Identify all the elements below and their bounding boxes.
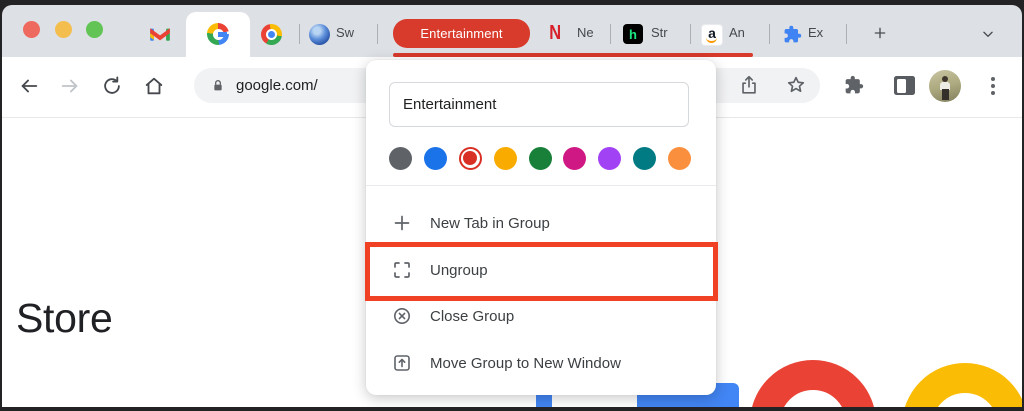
forward-icon bbox=[59, 75, 81, 97]
tab-group-underline bbox=[393, 53, 753, 57]
close-circle-icon bbox=[392, 306, 412, 326]
back-button[interactable] bbox=[18, 75, 40, 97]
tab-search-chevron-button[interactable] bbox=[981, 27, 995, 41]
tab-separator bbox=[690, 24, 691, 44]
tab-separator bbox=[769, 24, 770, 44]
side-panel-button[interactable] bbox=[894, 76, 915, 95]
color-swatch-2[interactable] bbox=[459, 147, 482, 170]
tab-separator bbox=[610, 24, 611, 44]
minimize-window-button[interactable] bbox=[55, 21, 72, 38]
close-window-button[interactable] bbox=[23, 21, 40, 38]
color-swatch-0[interactable] bbox=[389, 147, 412, 170]
color-swatch-6[interactable] bbox=[598, 147, 621, 170]
home-icon bbox=[143, 75, 165, 97]
lock-icon[interactable] bbox=[210, 78, 226, 94]
tab-separator bbox=[299, 24, 300, 44]
color-swatch-4[interactable] bbox=[529, 147, 552, 170]
menu-item-label: New Tab in Group bbox=[430, 215, 550, 232]
forward-button[interactable] bbox=[59, 75, 81, 97]
google-logo-red-o bbox=[750, 360, 876, 407]
group-name-input[interactable] bbox=[389, 82, 689, 127]
tab-separator bbox=[846, 24, 847, 44]
color-swatch-row bbox=[389, 146, 691, 170]
color-swatch-7[interactable] bbox=[633, 147, 656, 170]
amazon-icon[interactable]: a bbox=[701, 24, 723, 46]
pinned-tab-chrome[interactable] bbox=[261, 24, 282, 45]
tab-label-str[interactable]: Str bbox=[651, 25, 668, 41]
page-title: Store bbox=[16, 295, 113, 342]
tab-label-sw[interactable]: Sw bbox=[336, 25, 354, 41]
tab-separator bbox=[377, 24, 378, 44]
menu-item-move-group-to-new-window[interactable]: Move Group to New Window bbox=[366, 340, 716, 386]
profile-avatar[interactable] bbox=[929, 70, 961, 102]
tab-label-ex[interactable]: Ex bbox=[808, 25, 823, 41]
menu-item-label: Close Group bbox=[430, 308, 514, 325]
extensions-button[interactable] bbox=[844, 75, 864, 95]
screenshot-frame: Sw Entertainment N Ne h Str a An Ex bbox=[0, 0, 1024, 411]
plus-icon bbox=[392, 213, 412, 233]
avatar-person-pants bbox=[942, 89, 949, 100]
color-swatch-3[interactable] bbox=[494, 147, 517, 170]
google-logo-yellow-o bbox=[902, 363, 1022, 407]
google-icon bbox=[207, 23, 229, 45]
browser-window: Sw Entertainment N Ne h Str a An Ex bbox=[2, 5, 1022, 407]
tab-group-chip[interactable]: Entertainment bbox=[393, 19, 530, 48]
chevron-down-icon bbox=[981, 27, 995, 41]
home-button[interactable] bbox=[143, 75, 165, 97]
color-swatch-1[interactable] bbox=[424, 147, 447, 170]
zoom-window-button[interactable] bbox=[86, 21, 103, 38]
new-tab-button[interactable] bbox=[872, 25, 888, 41]
color-swatch-5[interactable] bbox=[563, 147, 586, 170]
move-window-icon bbox=[392, 353, 412, 373]
menu-item-label: Move Group to New Window bbox=[430, 355, 621, 372]
back-icon bbox=[18, 75, 40, 97]
tab-label-an[interactable]: An bbox=[729, 25, 745, 41]
menu-item-new-tab-in-group[interactable]: New Tab in Group bbox=[366, 200, 716, 246]
reload-button[interactable] bbox=[101, 75, 123, 97]
plus-icon bbox=[872, 25, 888, 41]
world-clock-icon[interactable] bbox=[309, 24, 330, 45]
kebab-menu-icon bbox=[986, 75, 1000, 97]
tab-group-label: Entertainment bbox=[420, 26, 502, 41]
hulu-icon[interactable]: h bbox=[623, 24, 643, 44]
bookmark-button[interactable] bbox=[785, 74, 807, 96]
share-icon bbox=[738, 74, 760, 96]
gmail-icon bbox=[149, 26, 171, 43]
puzzle-icon[interactable] bbox=[783, 25, 802, 44]
reload-icon bbox=[101, 75, 123, 97]
share-button[interactable] bbox=[738, 74, 760, 96]
color-swatch-8[interactable] bbox=[668, 147, 691, 170]
star-icon bbox=[785, 74, 807, 96]
tab-google-active[interactable] bbox=[186, 12, 250, 57]
browser-menu-button[interactable] bbox=[986, 75, 1000, 97]
annotation-highlight-box bbox=[365, 242, 718, 301]
menu-divider bbox=[366, 185, 716, 186]
extensions-puzzle-icon bbox=[844, 75, 864, 95]
tab-label-ne[interactable]: Ne bbox=[577, 25, 594, 41]
tab-group-menu: New Tab in Group Ungroup Close Group Mov… bbox=[366, 60, 716, 395]
netflix-icon[interactable]: N bbox=[549, 22, 561, 44]
url-text[interactable]: google.com/ bbox=[236, 68, 318, 103]
pinned-tab-gmail[interactable] bbox=[149, 26, 171, 43]
